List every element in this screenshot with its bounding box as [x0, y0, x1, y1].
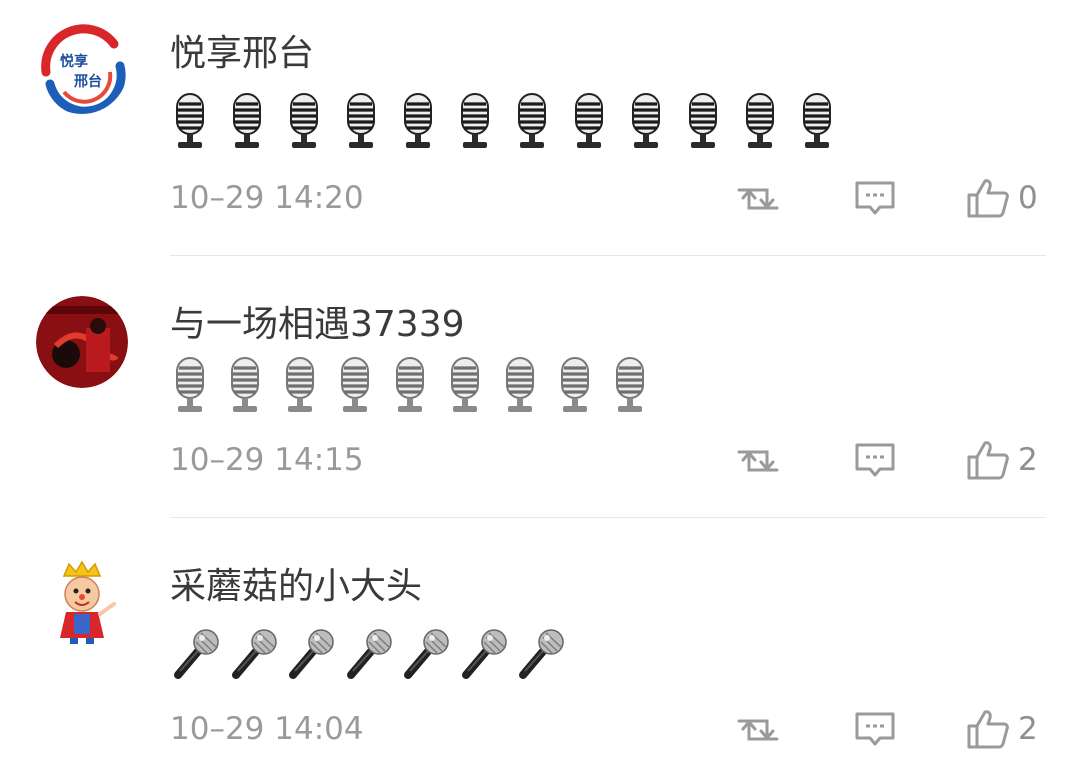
studio-microphone-emoji: [176, 357, 204, 412]
studio-microphone-emoji: [290, 93, 318, 148]
timestamp: 10–29 14:15: [170, 442, 364, 478]
studio-microphone-emoji: [347, 93, 375, 148]
repost-button[interactable]: [734, 705, 782, 753]
avatar-text-bottom: 邢台: [73, 73, 102, 90]
reply-button[interactable]: [851, 436, 899, 484]
divider: [170, 517, 1046, 518]
avatar-text-top: 悦享: [60, 53, 88, 70]
like-button[interactable]: 2: [966, 705, 1038, 753]
microphone-emoji: [461, 629, 507, 679]
like-count: 0: [1018, 180, 1038, 216]
username[interactable]: 悦享邢台: [170, 32, 314, 76]
emoji-row: [170, 90, 837, 154]
repost-icon: [737, 450, 779, 472]
avatar[interactable]: 悦享 邢台: [36, 22, 128, 114]
avatar-image: [36, 296, 128, 388]
comment-icon: [855, 181, 895, 215]
thumbs-up-icon: [967, 710, 1009, 749]
studio-microphone-emoji: [632, 93, 660, 148]
comment-item: 采蘑菇的小大头 10–29 14:04 2: [0, 520, 1080, 778]
studio-microphone-emoji: [233, 93, 261, 148]
avatar-logo: 悦享 邢台: [36, 22, 128, 114]
microphone-emoji: [289, 629, 334, 679]
studio-microphone-emoji: [396, 357, 424, 412]
studio-microphone-emoji: [506, 357, 534, 412]
like-button[interactable]: 2: [966, 436, 1038, 484]
avatar[interactable]: [36, 556, 128, 648]
thumbs-up-icon: [967, 179, 1009, 218]
microphone-emoji: [174, 629, 219, 679]
studio-microphone-emoji: [176, 93, 204, 148]
like-button[interactable]: 0: [966, 174, 1038, 222]
microphone-emoji: [519, 629, 564, 679]
studio-microphone-emoji: [461, 93, 489, 148]
studio-microphone-emoji: [689, 93, 717, 148]
studio-microphone-emoji: [746, 93, 774, 148]
studio-microphone-emoji: [404, 93, 432, 148]
studio-microphone-emoji: [561, 357, 589, 412]
repost-button[interactable]: [734, 436, 782, 484]
reply-button[interactable]: [851, 174, 899, 222]
repost-button[interactable]: [734, 174, 782, 222]
divider: [170, 255, 1046, 256]
comment-icon: [855, 712, 895, 746]
username[interactable]: 与一场相遇37339: [170, 303, 465, 347]
microphone-emoji: [231, 629, 277, 679]
microphone-emoji: [404, 629, 449, 679]
avatar-image: [36, 556, 128, 648]
username[interactable]: 采蘑菇的小大头: [170, 565, 422, 609]
timestamp: 10–29 14:04: [170, 711, 364, 747]
thumbs-up-icon: [967, 441, 1009, 480]
avatar[interactable]: [36, 296, 128, 388]
studio-microphone-emoji: [286, 357, 314, 412]
studio-microphone-emoji: [231, 357, 259, 412]
like-count: 2: [1018, 711, 1038, 747]
like-count: 2: [1018, 442, 1038, 478]
comment-icon: [855, 443, 895, 477]
emoji-row: [170, 354, 650, 418]
studio-microphone-emoji: [341, 357, 369, 412]
studio-microphone-emoji: [575, 93, 603, 148]
studio-microphone-emoji: [803, 93, 831, 148]
emoji-row: [170, 622, 565, 686]
repost-icon: [737, 719, 779, 741]
reply-button[interactable]: [851, 705, 899, 753]
studio-microphone-emoji: [616, 357, 644, 412]
comment-item: 悦享 邢台 悦享邢台 10–29 14:20 0: [0, 0, 1080, 258]
repost-icon: [737, 188, 779, 210]
timestamp: 10–29 14:20: [170, 180, 364, 216]
comment-item: 与一场相遇37339 10–29 14:15 2: [0, 258, 1080, 518]
microphone-emoji: [346, 629, 392, 679]
studio-microphone-emoji: [518, 93, 546, 148]
studio-microphone-emoji: [451, 357, 479, 412]
